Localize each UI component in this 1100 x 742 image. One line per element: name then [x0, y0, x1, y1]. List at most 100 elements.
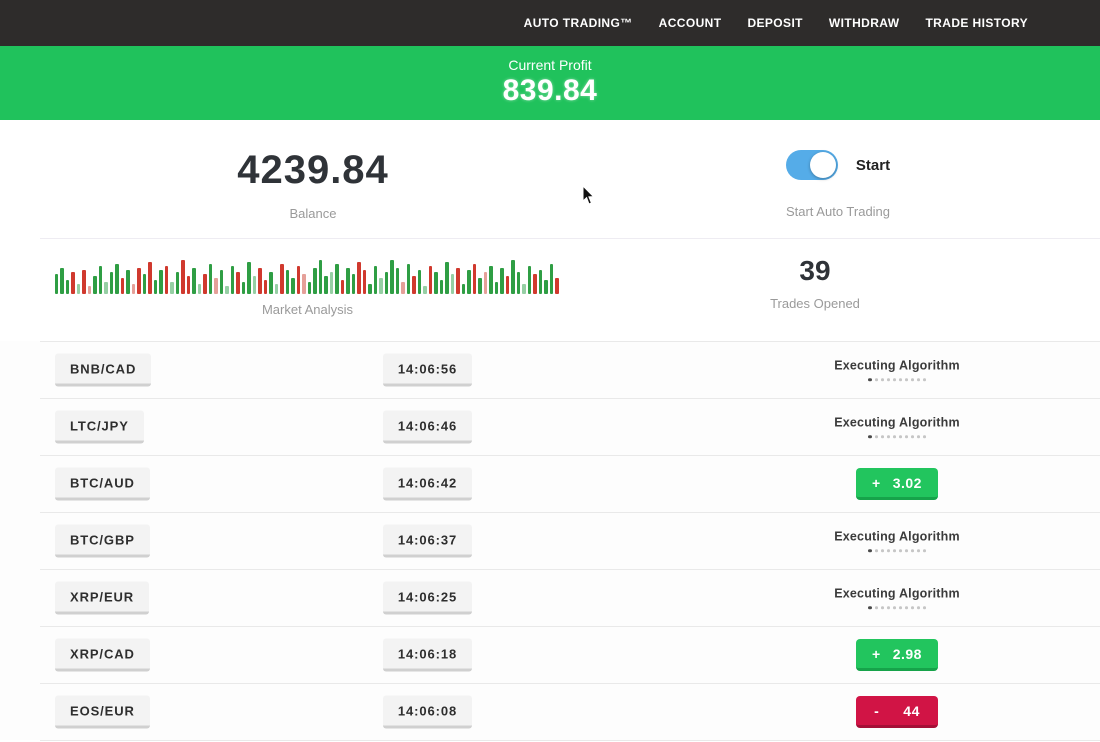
market-bar [137, 268, 141, 294]
trades-list: BNB/CAD14:06:56Executing AlgorithmLTC/JP… [0, 341, 1100, 741]
executing-algorithm-label: Executing Algorithm [797, 415, 997, 429]
market-bar [60, 268, 64, 294]
market-bar [412, 276, 416, 294]
market-bar [203, 274, 207, 294]
market-analysis-block: Market Analysis [0, 239, 615, 317]
trade-status-cell: - 44 [797, 696, 997, 728]
progress-dot [868, 378, 872, 382]
market-bar [93, 276, 97, 294]
progress-dot [893, 549, 896, 552]
market-bar [357, 262, 361, 294]
trade-result-badge: - 44 [856, 696, 938, 728]
trade-row: LTC/JPY 14:06:46 Executing Algorithm [0, 398, 1100, 455]
trade-row: XRP/EUR 14:06:25 Executing Algorithm [0, 569, 1100, 626]
market-bar [539, 270, 543, 294]
toggle-label: Start [856, 157, 890, 174]
market-bar [225, 286, 229, 294]
market-bar [165, 266, 169, 294]
market-bar [550, 264, 554, 294]
result-value: 44 [903, 703, 920, 719]
trade-status-cell: +3.02 [797, 468, 997, 500]
trade-status-cell: Executing Algorithm [797, 529, 997, 553]
market-bar [341, 280, 345, 294]
progress-dot [899, 549, 902, 552]
trade-pair-cell: BNB/CAD [55, 353, 151, 386]
market-bar [231, 266, 235, 294]
progress-dot [899, 378, 902, 381]
result-value: 2.98 [893, 646, 922, 662]
market-bar [176, 272, 180, 294]
market-bar [143, 274, 147, 294]
market-bar [407, 264, 411, 294]
trade-time-badge: 14:06:42 [383, 467, 472, 500]
trade-row: EOS/EUR14:06:08-44 [0, 683, 1100, 740]
market-bar [88, 286, 92, 294]
market-bar [198, 284, 202, 294]
auto-trading-page: AUTO TRADING™ ACCOUNT DEPOSIT WITHDRAW TRADE… [0, 0, 1100, 742]
market-bar [159, 270, 163, 294]
market-bar [429, 266, 433, 294]
toggle-knob [810, 152, 836, 178]
market-bar [154, 280, 158, 294]
trade-pair-cell: LTC/JPY [55, 410, 144, 443]
progress-dot [905, 549, 908, 552]
progress-dot [911, 549, 914, 552]
trade-pair-cell: EOS/EUR [55, 695, 150, 728]
trade-time-cell: 14:06:25 [355, 581, 500, 614]
market-bar [66, 280, 70, 294]
nav-item-deposit[interactable]: DEPOSIT [747, 16, 802, 30]
market-bar [555, 278, 559, 294]
balance-label: Balance [0, 206, 626, 221]
market-bar [242, 282, 246, 294]
market-bar [533, 274, 537, 294]
progress-dot [923, 435, 926, 438]
nav-item-auto-trading[interactable]: AUTO TRADING™ [524, 16, 633, 30]
progress-dot [905, 435, 908, 438]
current-profit-label: Current Profit [0, 46, 1100, 73]
market-bar [55, 274, 59, 294]
trade-result-badge: +2.98 [856, 639, 938, 671]
market-bar [148, 262, 152, 294]
trade-time-cell: 14:06:42 [355, 467, 500, 500]
trade-pair-cell: XRP/EUR [55, 581, 149, 614]
trade-status-cell: Executing Algorithm [797, 586, 997, 610]
trade-time-badge: 14:06:37 [383, 524, 472, 557]
progress-dot [911, 378, 914, 381]
market-bar [522, 284, 526, 294]
progress-dots [797, 435, 997, 439]
current-profit-value: 839.84 [0, 74, 1100, 108]
progress-dot [875, 378, 878, 381]
result-sign: - [874, 703, 879, 719]
balance-value: 4239.84 [0, 148, 626, 193]
market-bar [451, 274, 455, 294]
trades-opened-value: 39 [615, 255, 1015, 287]
market-bar [467, 270, 471, 294]
trade-row: BTC/GBP 14:06:37 Executing Algorithm [0, 512, 1100, 569]
progress-dot [917, 435, 920, 438]
market-bar [456, 268, 460, 294]
market-bar [528, 266, 532, 294]
trade-pair-badge: BTC/AUD [55, 467, 150, 500]
progress-dot [868, 549, 872, 553]
market-bar [489, 266, 493, 294]
trade-pair-cell: BTC/GBP [55, 524, 150, 557]
market-bar [495, 282, 499, 294]
market-bar [379, 278, 383, 294]
market-bar [302, 274, 306, 294]
market-bar [544, 280, 548, 294]
market-bar [104, 282, 108, 294]
market-bar [264, 280, 268, 294]
market-bar [115, 264, 119, 294]
nav-item-account[interactable]: ACCOUNT [659, 16, 722, 30]
nav-item-trade-history[interactable]: TRADE HISTORY [925, 16, 1028, 30]
auto-trading-toggle[interactable] [786, 150, 838, 180]
trade-time-cell: 14:06:46 [355, 410, 500, 443]
profit-banner: Current Profit 839.84 [0, 46, 1100, 120]
market-bar [478, 278, 482, 294]
trade-time-cell: 14:06:37 [355, 524, 500, 557]
trade-time-badge: 14:06:46 [383, 410, 472, 443]
executing-algorithm-label: Executing Algorithm [797, 358, 997, 372]
market-bar [511, 260, 515, 294]
nav-item-withdraw[interactable]: WITHDRAW [829, 16, 900, 30]
market-bar [220, 270, 224, 294]
